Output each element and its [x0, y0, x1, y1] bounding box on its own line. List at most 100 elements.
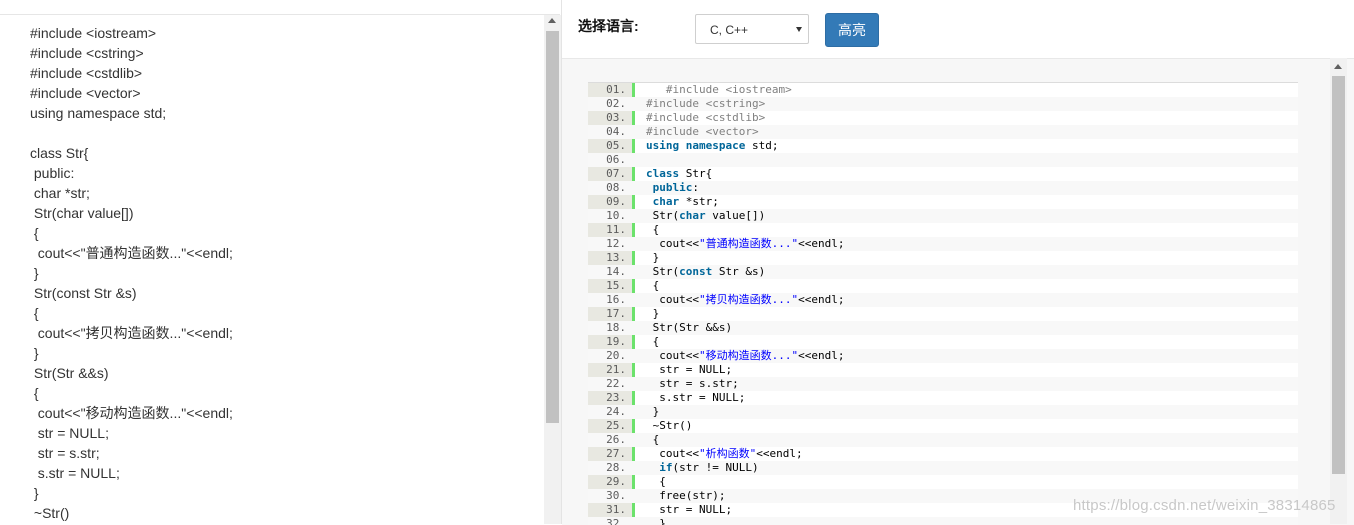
line-code: cout<<"拷贝构造函数..."<<endl;	[646, 293, 845, 306]
line-code: ~Str()	[646, 419, 693, 432]
line-code: #include <iostream>	[646, 83, 792, 96]
line-number: 25.	[606, 419, 626, 432]
code-line: 14. Str(const Str &s)	[588, 265, 1298, 279]
line-number: 16.	[606, 293, 626, 306]
line-number: 05.	[606, 139, 626, 152]
line-code: cout<<"移动构造函数..."<<endl;	[646, 349, 845, 362]
code-line: 25. ~Str()	[588, 419, 1298, 433]
line-number: 14.	[606, 265, 626, 278]
scroll-up-arrow-icon[interactable]	[1334, 64, 1342, 69]
line-number: 29.	[606, 475, 626, 488]
code-lines: 01. #include <iostream> 02. #include <cstr…	[588, 83, 1298, 525]
line-number: 31.	[606, 503, 626, 516]
line-number: 09.	[606, 195, 626, 208]
line-number: 07.	[606, 167, 626, 180]
language-selected-value: C, C++	[710, 23, 749, 37]
line-number: 10.	[606, 209, 626, 222]
code-line: 12. cout<<"普通构造函数..."<<endl;	[588, 237, 1298, 251]
watermark-text: https://blog.csdn.net/weixin_38314865	[1073, 497, 1336, 514]
code-line: 20. cout<<"移动构造函数..."<<endl;	[588, 349, 1298, 363]
code-line: 28. if(str != NULL)	[588, 461, 1298, 475]
line-code: }	[646, 307, 660, 320]
scrollbar-thumb[interactable]	[546, 31, 559, 423]
line-code: {	[646, 223, 660, 236]
line-code: #include <cstring>	[646, 97, 766, 110]
code-line: 05. using namespace std;	[588, 139, 1298, 153]
code-line: 04. #include <vector>	[588, 125, 1298, 139]
code-line: 15. {	[588, 279, 1298, 293]
line-number: 06.	[606, 153, 626, 166]
output-scrollbar[interactable]	[1330, 58, 1347, 524]
source-scrollbar[interactable]	[544, 15, 561, 524]
line-code: Str(const Str &s)	[646, 265, 766, 278]
highlight-button[interactable]: 高亮	[825, 13, 879, 47]
scrollbar-thumb[interactable]	[1332, 76, 1345, 474]
code-line: 07. class Str{	[588, 167, 1298, 181]
code-line: 23. s.str = NULL;	[588, 391, 1298, 405]
line-code: free(str);	[646, 489, 726, 502]
line-code: str = NULL;	[646, 363, 733, 376]
source-code-text[interactable]: #include <iostream> #include <cstring> #…	[30, 23, 233, 523]
line-code: class Str{	[646, 167, 713, 180]
code-line: 16. cout<<"拷贝构造函数..."<<endl;	[588, 293, 1298, 307]
code-line: 11. {	[588, 223, 1298, 237]
chevron-down-icon	[796, 27, 802, 32]
source-textarea[interactable]: #include <iostream> #include <cstring> #…	[0, 15, 544, 524]
line-number: 27.	[606, 447, 626, 460]
code-line: 09. char *str;	[588, 195, 1298, 209]
line-number: 08.	[606, 181, 626, 194]
line-number: 19.	[606, 335, 626, 348]
line-code: Str(Str &&s)	[646, 321, 733, 334]
code-line: 29. {	[588, 475, 1298, 489]
code-line: 08. public:	[588, 181, 1298, 195]
line-code: #include <vector>	[646, 125, 759, 138]
code-line: 19. {	[588, 335, 1298, 349]
line-number: 30.	[606, 489, 626, 502]
highlighted-code-box: 01. #include <iostream> 02. #include <cstr…	[588, 82, 1298, 525]
line-number: 20.	[606, 349, 626, 362]
line-number: 01.	[606, 83, 626, 96]
code-line: 27. cout<<"析构函数"<<endl;	[588, 447, 1298, 461]
line-code: }	[646, 405, 660, 418]
line-number: 22.	[606, 377, 626, 390]
line-code: using namespace std;	[646, 139, 779, 152]
line-code: cout<<"普通构造函数..."<<endl;	[646, 237, 845, 250]
line-code: cout<<"析构函数"<<endl;	[646, 447, 803, 460]
highlight-output-area: 01. #include <iostream> 02. #include <cstr…	[562, 58, 1354, 525]
code-line: 24. }	[588, 405, 1298, 419]
line-number: 23.	[606, 391, 626, 404]
line-number: 11.	[606, 223, 626, 236]
highlight-pane: 选择语言: C, C++ 高亮 01. #include <iostream> 0…	[562, 0, 1354, 525]
code-line: 21. str = NULL;	[588, 363, 1298, 377]
line-number: 04.	[606, 125, 626, 138]
line-number: 02.	[606, 97, 626, 110]
line-code: str = s.str;	[646, 377, 739, 390]
scroll-up-arrow-icon[interactable]	[548, 18, 556, 23]
code-line: 22. str = s.str;	[588, 377, 1298, 391]
line-code: char *str;	[652, 195, 719, 208]
line-number: 13.	[606, 251, 626, 264]
line-code: str = NULL;	[646, 503, 733, 516]
line-code: {	[646, 279, 660, 292]
line-code: s.str = NULL;	[646, 391, 746, 404]
language-label: 选择语言:	[578, 18, 639, 34]
line-number: 18.	[606, 321, 626, 334]
line-code: public:	[652, 181, 699, 194]
line-number: 26.	[606, 433, 626, 446]
code-line: 13. }	[588, 251, 1298, 265]
line-number: 28.	[606, 461, 626, 474]
line-number: 17.	[606, 307, 626, 320]
code-line: 02. #include <cstring>	[588, 97, 1298, 111]
language-select[interactable]: C, C++	[695, 14, 809, 44]
line-number: 21.	[606, 363, 626, 376]
code-line: 10. Str(char value[])	[588, 209, 1298, 223]
code-line: 17. }	[588, 307, 1298, 321]
line-code: }	[646, 251, 660, 264]
line-code: #include <cstdlib>	[646, 111, 766, 124]
line-code: if(str != NULL)	[659, 461, 759, 474]
line-number: 24.	[606, 405, 626, 418]
line-code: {	[646, 335, 660, 348]
code-line: 03. #include <cstdlib>	[588, 111, 1298, 125]
code-line: 06.	[588, 153, 1298, 167]
code-line: 18. Str(Str &&s)	[588, 321, 1298, 335]
